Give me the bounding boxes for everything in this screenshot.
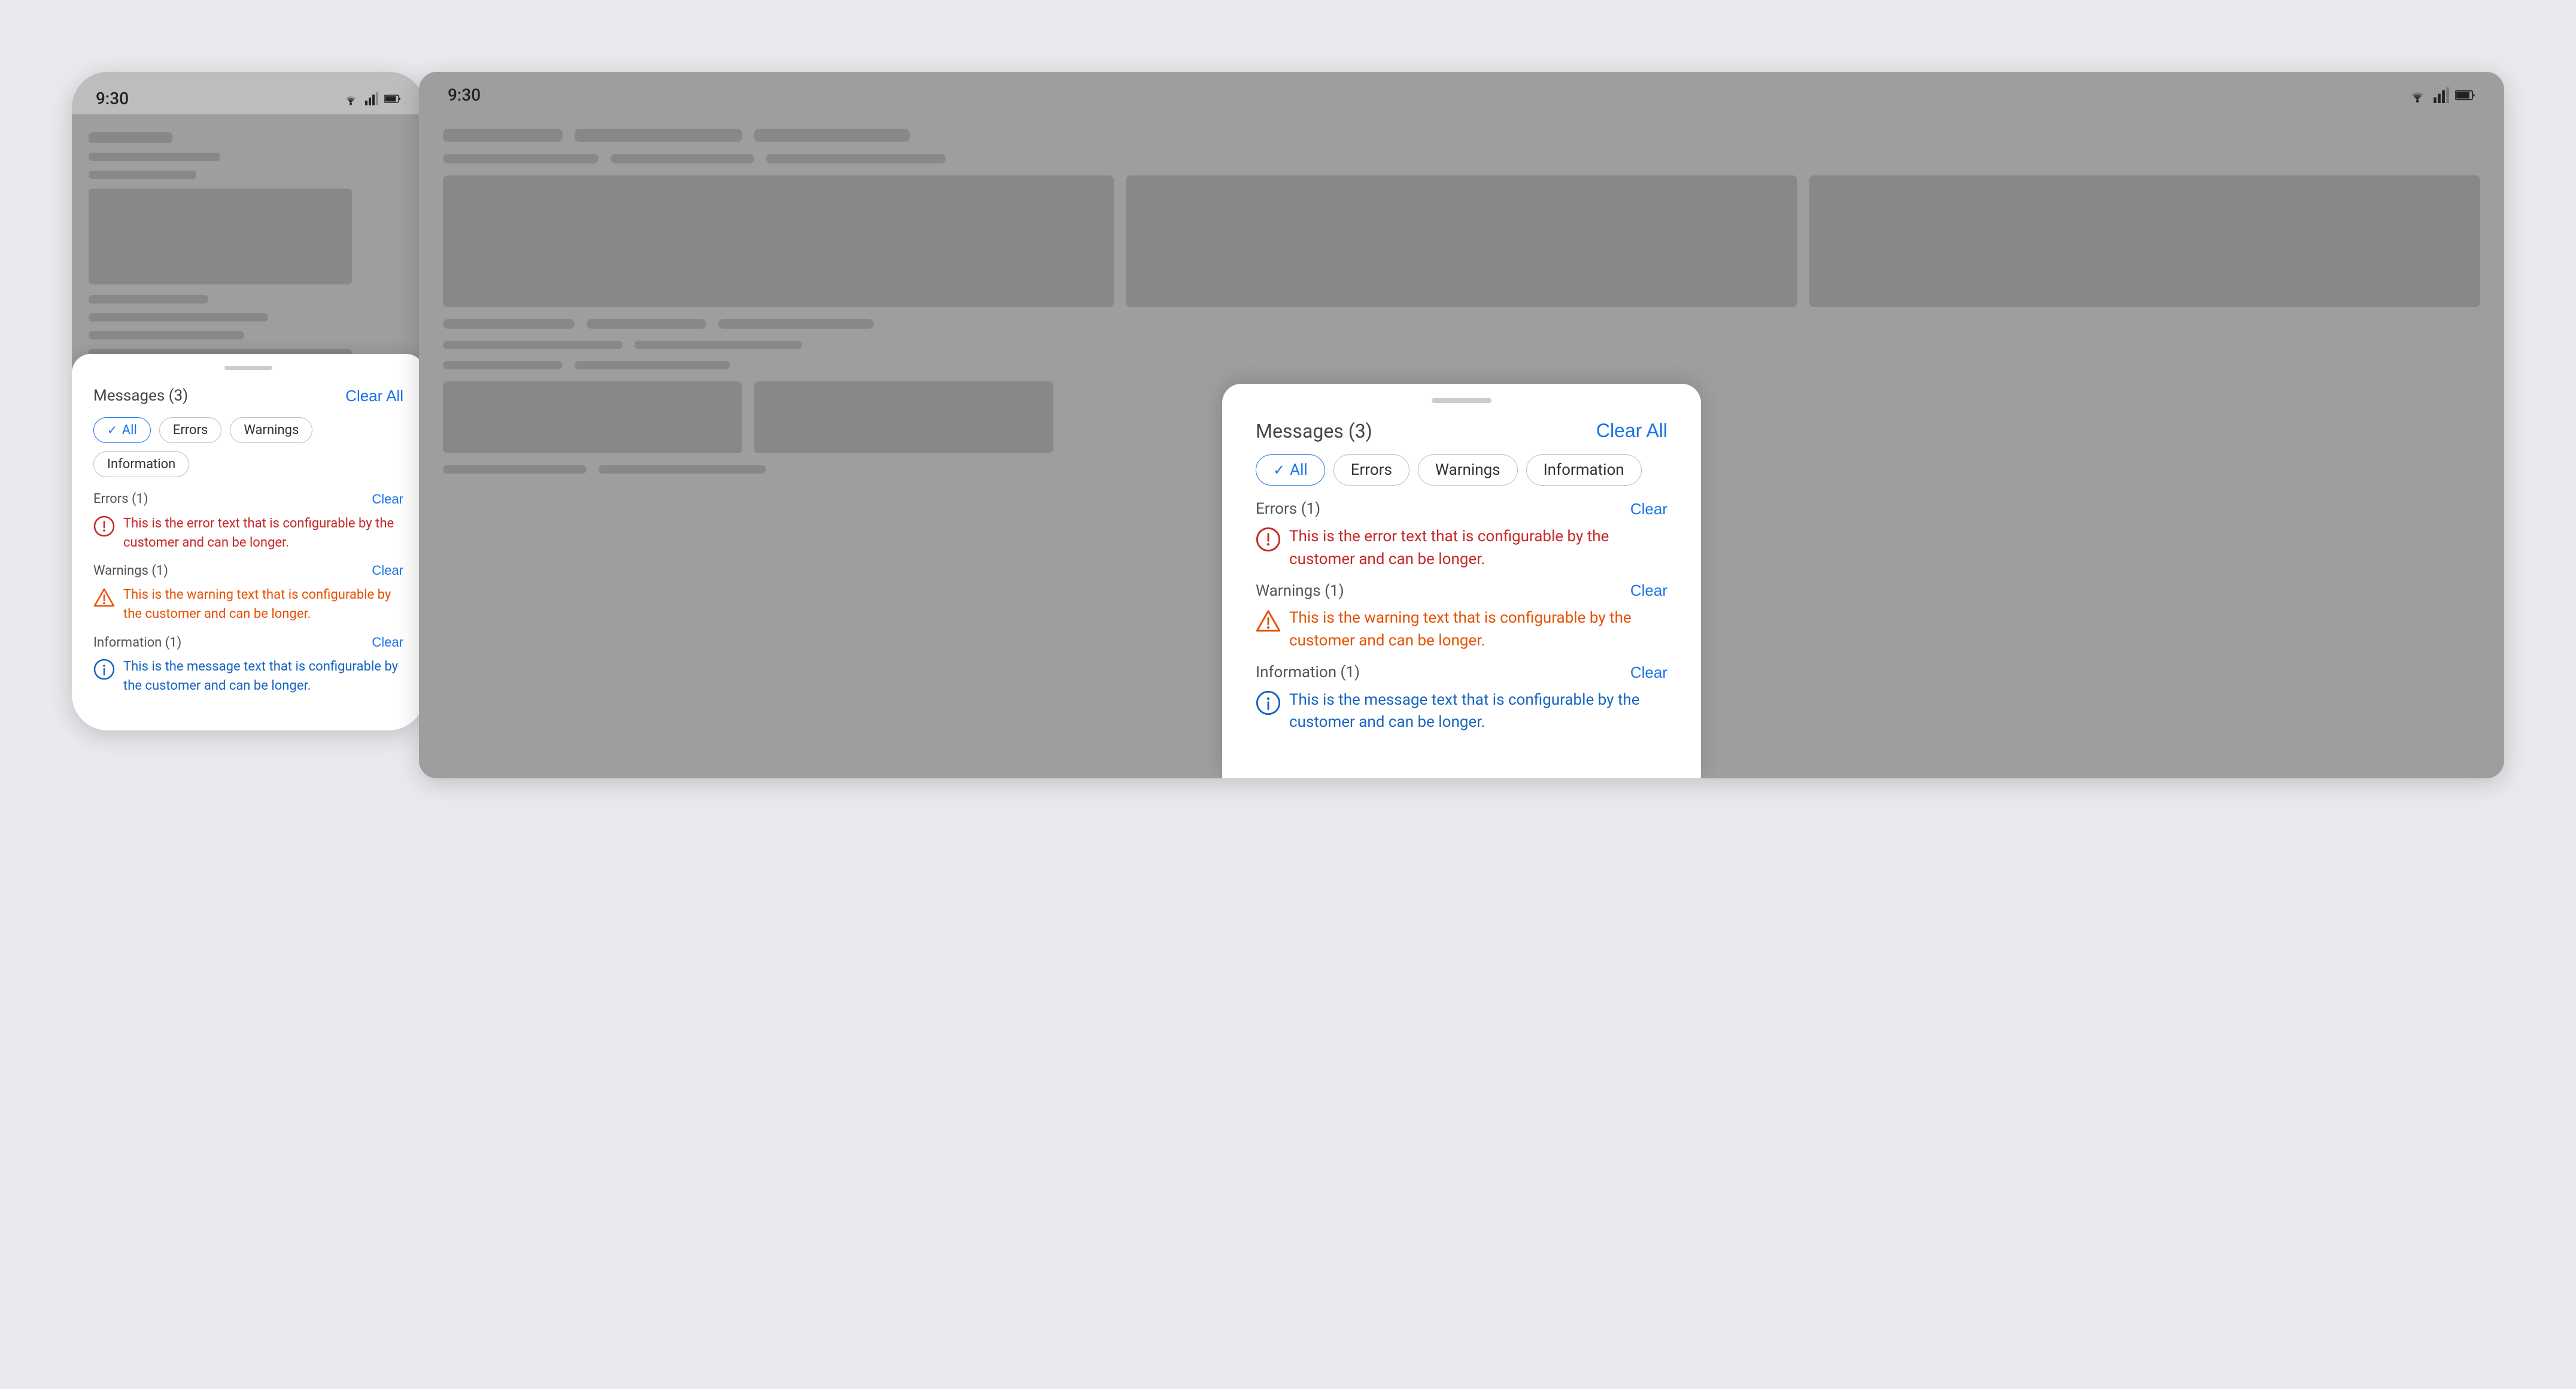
tablet-panel-title: Messages (3) [1256,420,1372,442]
signal-icon [365,92,378,105]
phone-chip-information[interactable]: Information [93,451,189,477]
tablet-info-clear-button[interactable]: Clear [1630,663,1667,682]
tablet-frame: 9:30 [419,72,2504,778]
tablet-battery-icon [2455,89,2475,101]
tablet-chip-all-label: All [1290,461,1308,479]
chip-check-icon: ✓ [107,423,117,437]
tablet-warning-text: This is the warning text that is configu… [1289,607,1667,652]
phone-info-header: Information (1) Clear [93,635,403,650]
tablet-skeleton-row-6 [443,361,2480,369]
phone-warning-text: This is the warning text that is configu… [123,586,403,624]
phone-chip-errors[interactable]: Errors [159,417,222,443]
tablet-status-bar: 9:30 [419,72,2504,111]
tablet-errors-header: Errors (1) Clear [1256,500,1667,518]
tablet-warning-item: This is the warning text that is configu… [1256,607,1667,652]
tablet-warnings-clear-button[interactable]: Clear [1630,581,1667,600]
tablet-skeleton-row-3 [443,175,2480,307]
phone-errors-header: Errors (1) Clear [93,492,403,507]
tablet-error-icon [1256,527,1281,552]
tablet-skeleton-row-2 [443,154,2480,163]
phone-warnings-section: Warnings (1) Clear This is the warning t… [93,563,403,624]
phone-chip-warnings[interactable]: Warnings [230,417,312,443]
phone-chip-information-label: Information [107,457,175,472]
tablet-chip-errors[interactable]: Errors [1333,454,1409,486]
phone-chip-all-label: All [122,423,137,438]
tablet-skeleton-row-1 [443,129,2480,142]
phone-status-icons [342,92,401,105]
tablet-info-text: This is the message text that is configu… [1289,689,1667,734]
tablet-warning-icon [1256,608,1281,633]
tablet-chip-warnings-label: Warnings [1435,461,1500,479]
tablet-signal-icon [2434,87,2449,103]
error-icon [93,515,115,537]
tablet-error-item: This is the error text that is configura… [1256,526,1667,571]
tablet-errors-section: Errors (1) Clear This is the error text … [1256,500,1667,571]
wifi-icon [342,92,359,105]
phone-panel-title: Messages (3) [93,387,188,405]
phone-panel-header: Messages (3) Clear All [93,387,403,405]
phone-chip-all[interactable]: ✓ All [93,417,151,443]
tablet-clear-all-button[interactable]: Clear All [1596,420,1667,442]
phone-drag-handle[interactable] [224,366,272,370]
phone-time: 9:30 [96,89,129,108]
phone-warnings-clear-button[interactable]: Clear [372,563,403,578]
phone-warnings-header: Warnings (1) Clear [93,563,403,578]
tablet-errors-title: Errors (1) [1256,500,1320,518]
phone-info-clear-button[interactable]: Clear [372,635,403,650]
tablet-info-item: This is the message text that is configu… [1256,689,1667,734]
tablet-errors-clear-button[interactable]: Clear [1630,500,1667,518]
phone-info-title: Information (1) [93,635,181,650]
phone-error-text: This is the error text that is configura… [123,514,403,553]
info-icon [93,659,115,680]
phone-chip-errors-label: Errors [173,423,208,438]
tablet-info-icon [1256,690,1281,715]
phone-bottom-sheet: Messages (3) Clear All ✓ All Errors Warn… [72,354,425,730]
tablet-status-icons [2407,87,2475,103]
phone-warning-item: This is the warning text that is configu… [93,586,403,624]
tablet-drag-handle[interactable] [1432,398,1491,403]
phone-error-item: This is the error text that is configura… [93,514,403,553]
tablet-info-section: Information (1) Clear This is the messag… [1256,663,1667,734]
tablet-warnings-section: Warnings (1) Clear This is the warning t… [1256,581,1667,652]
phone-info-item: This is the message text that is configu… [93,657,403,696]
tablet-wifi-icon [2407,87,2428,103]
phone-errors-section: Errors (1) Clear This is the error text … [93,492,403,553]
tablet-time: 9:30 [448,85,481,105]
phone-info-text: This is the message text that is configu… [123,657,403,696]
tablet-skeleton-row-4 [443,319,2480,329]
phone-errors-clear-button[interactable]: Clear [372,492,403,507]
phone-filter-chips: ✓ All Errors Warnings Information [93,417,403,477]
tablet-chip-information[interactable]: Information [1526,454,1642,486]
tablet-chip-errors-label: Errors [1351,461,1392,479]
tablet-screen: Messages (3) Clear All ✓ All Errors Warn… [419,111,2504,778]
phone-frame: 9:30 [72,72,425,730]
tablet-info-header: Information (1) Clear [1256,663,1667,682]
tablet-skeleton-row-5 [443,341,2480,349]
tablet-bottom-sheet: Messages (3) Clear All ✓ All Errors Warn… [1222,384,1701,778]
tablet-warnings-header: Warnings (1) Clear [1256,581,1667,600]
tablet-chip-all[interactable]: ✓ All [1256,454,1325,486]
phone-status-bar: 9:30 [72,72,425,114]
warning-icon [93,587,115,608]
phone-info-section: Information (1) Clear This is the messag… [93,635,403,696]
phone-warnings-title: Warnings (1) [93,563,168,578]
phone-errors-title: Errors (1) [93,492,148,507]
tablet-filter-chips: ✓ All Errors Warnings Information [1256,454,1667,486]
phone-screen-background: Messages (3) Clear All ✓ All Errors Warn… [72,114,425,730]
tablet-warnings-title: Warnings (1) [1256,582,1344,600]
phone-chip-warnings-label: Warnings [244,423,299,438]
tablet-panel-header: Messages (3) Clear All [1256,420,1667,442]
tablet-info-title: Information (1) [1256,663,1360,681]
tablet-error-text: This is the error text that is configura… [1289,526,1667,571]
battery-icon [384,94,401,104]
tablet-chip-check-icon: ✓ [1273,462,1285,478]
phone-clear-all-button[interactable]: Clear All [345,387,403,405]
tablet-chip-information-label: Information [1544,461,1624,479]
tablet-chip-warnings[interactable]: Warnings [1418,454,1518,486]
